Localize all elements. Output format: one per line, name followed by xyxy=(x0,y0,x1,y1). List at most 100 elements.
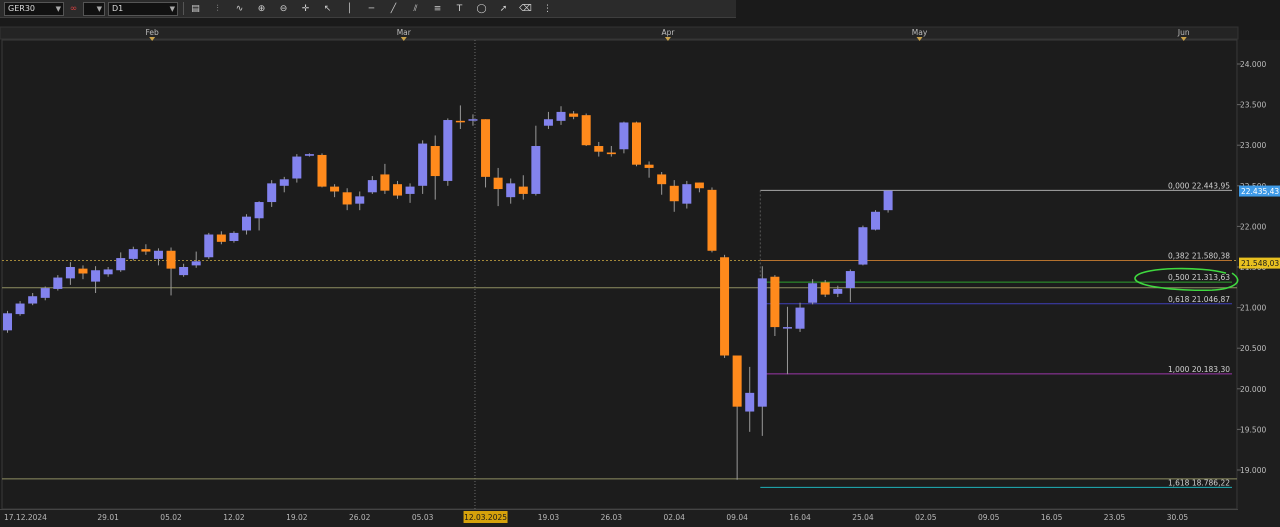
bearish-candle xyxy=(720,257,730,356)
y-tick-label: 21.000 xyxy=(1240,304,1266,313)
x-tick-label: 26.03 xyxy=(601,513,623,522)
x-tick-label: 19.02 xyxy=(286,513,308,522)
x-tick-label: 02.04 xyxy=(663,513,685,522)
bearish-candle xyxy=(317,154,327,187)
x-tick-label: 05.02 xyxy=(160,513,182,522)
bearish-candle xyxy=(770,276,780,328)
bullish-candle xyxy=(443,120,453,181)
bullish-candle xyxy=(795,307,805,329)
bullish-candle xyxy=(179,267,189,276)
month-label: Jun xyxy=(1177,28,1190,37)
bearish-candle xyxy=(392,184,402,196)
bullish-candle xyxy=(204,234,214,258)
y-tick-label: 19.000 xyxy=(1240,466,1266,475)
x-tick-label: 05.03 xyxy=(412,513,434,522)
bullish-candle xyxy=(65,267,75,279)
bullish-candle xyxy=(15,303,25,315)
bullish-candle xyxy=(858,227,868,265)
bullish-candle xyxy=(116,258,126,271)
bearish-candle xyxy=(657,174,667,185)
y-tick-label: 24.000 xyxy=(1240,60,1266,69)
bullish-candle xyxy=(745,392,755,412)
x-tick-label: 12.03.2025 xyxy=(464,513,507,522)
bearish-candle xyxy=(166,250,176,269)
bullish-candle xyxy=(556,111,566,121)
month-label: Mar xyxy=(397,28,412,37)
bearish-candle xyxy=(518,186,528,194)
bullish-candle xyxy=(267,183,277,203)
x-tick-label: 26.02 xyxy=(349,513,371,522)
bearish-candle xyxy=(141,249,151,252)
x-tick-label: 30.05 xyxy=(1167,513,1189,522)
bullish-candle xyxy=(254,202,264,219)
bullish-candle xyxy=(468,119,478,121)
bullish-candle xyxy=(757,278,767,407)
month-ruler xyxy=(0,26,1239,40)
time-axis xyxy=(0,509,1280,527)
bullish-candle xyxy=(543,119,553,126)
month-label: Feb xyxy=(146,28,160,37)
bearish-candle xyxy=(632,122,641,165)
fibonacci-level-label: 0,382 21.580,38 xyxy=(1168,251,1230,260)
x-tick-label: 25.04 xyxy=(852,513,874,522)
bullish-candle xyxy=(279,179,289,186)
current-price-tag-label: 22.435,43 xyxy=(1241,187,1279,196)
y-tick-label: 23.000 xyxy=(1240,141,1266,150)
bullish-candle xyxy=(367,180,377,193)
x-tick-label: 09.05 xyxy=(978,513,1000,522)
bearish-candle xyxy=(820,282,830,295)
bullish-candle xyxy=(103,269,113,275)
bullish-candle xyxy=(153,250,163,259)
bearish-candle xyxy=(606,152,616,155)
bullish-candle xyxy=(292,156,302,179)
bullish-candle xyxy=(405,186,415,194)
bearish-candle xyxy=(569,113,579,117)
candlestick-chart[interactable]: Feb Mar Apr May Jun 19.000 19.500 20.000 20.500 2… xyxy=(0,0,1280,527)
bullish-candle xyxy=(782,327,792,329)
bearish-candle xyxy=(581,115,591,146)
bullish-candle xyxy=(871,211,881,230)
bullish-candle xyxy=(682,184,692,204)
y-tick-label: 19.500 xyxy=(1240,425,1266,434)
bullish-candle xyxy=(91,270,101,282)
bullish-candle xyxy=(229,232,239,242)
fibonacci-level-label: 0,500 21.313,63 xyxy=(1168,273,1230,282)
bearish-candle xyxy=(707,189,717,251)
bullish-candle xyxy=(128,249,138,259)
fibonacci-level-label: 0,000 22.443,95 xyxy=(1168,181,1230,190)
y-tick-label: 22.000 xyxy=(1240,222,1266,231)
bullish-candle xyxy=(619,122,629,150)
y-tick-label: 20.500 xyxy=(1240,344,1266,353)
bearish-candle xyxy=(342,192,352,205)
x-tick-label: 17.12.2024 xyxy=(4,513,47,522)
bearish-candle xyxy=(644,164,654,168)
x-tick-label: 12.02 xyxy=(223,513,245,522)
x-tick-label: 16.04 xyxy=(789,513,811,522)
bullish-candle xyxy=(418,143,428,186)
bearish-candle xyxy=(455,120,465,123)
fibonacci-level-label: 0,618 21.046,87 xyxy=(1168,295,1230,304)
y-tick-label: 20.000 xyxy=(1240,385,1266,394)
bullish-candle xyxy=(191,261,201,266)
bearish-candle xyxy=(330,186,340,192)
bullish-candle xyxy=(304,154,314,156)
bearish-candle xyxy=(78,268,88,274)
x-tick-label: 19.03 xyxy=(538,513,560,522)
bearish-candle xyxy=(669,185,679,202)
bullish-candle xyxy=(506,183,516,198)
bullish-candle xyxy=(53,277,63,289)
month-label: May xyxy=(912,28,928,37)
bearish-candle xyxy=(493,177,503,190)
bearish-candle xyxy=(594,146,604,152)
bearish-candle xyxy=(481,119,491,177)
price-axis xyxy=(1238,40,1280,509)
bullish-candle xyxy=(3,313,12,331)
bullish-candle xyxy=(28,296,38,304)
bearish-candle xyxy=(694,182,704,189)
x-tick-label: 02.05 xyxy=(915,513,937,522)
bearish-candle xyxy=(732,355,742,407)
bullish-candle xyxy=(40,288,50,298)
bullish-candle xyxy=(845,271,855,289)
x-tick-label: 09.04 xyxy=(726,513,748,522)
bearish-candle xyxy=(216,234,226,242)
